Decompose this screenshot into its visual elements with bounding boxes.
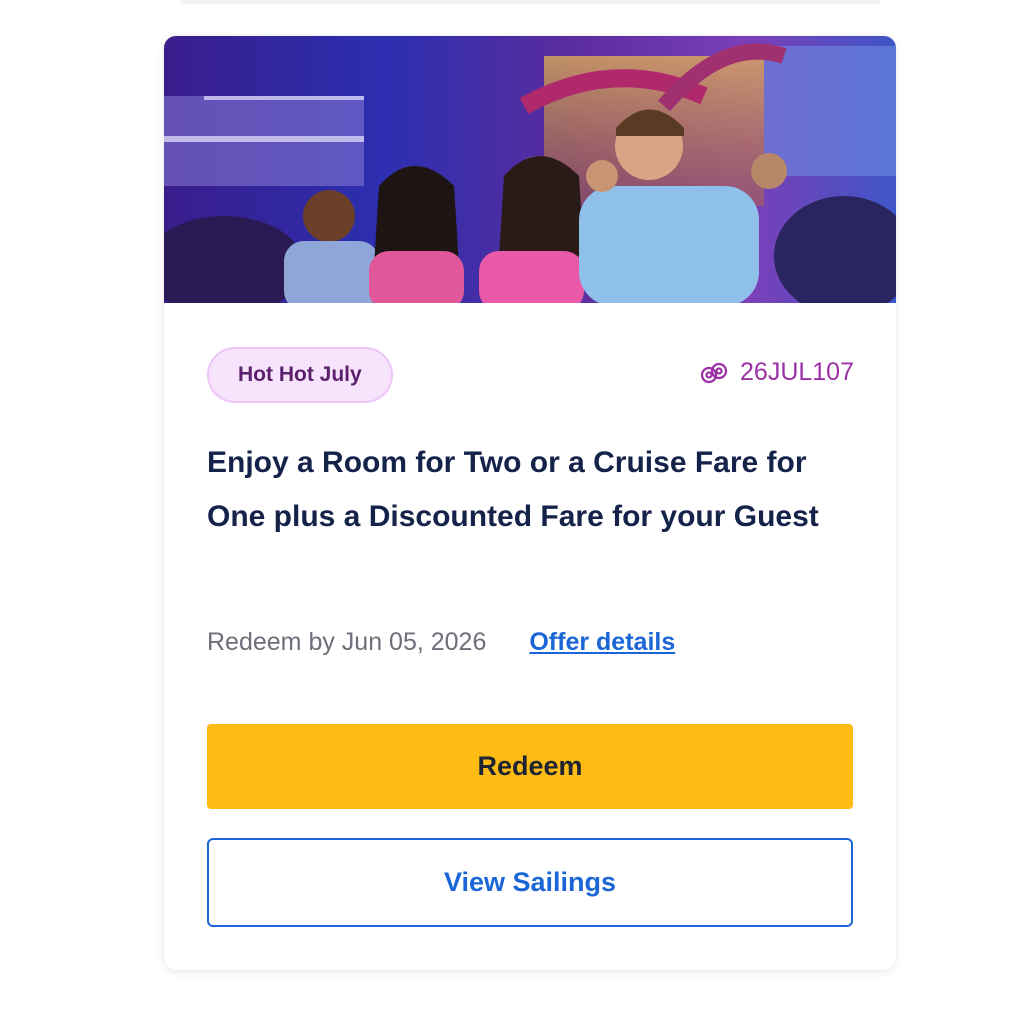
promo-tag-label: Hot Hot July (238, 363, 362, 386)
offer-card: Hot Hot July 26JUL107 Enjoy a Room for T… (164, 36, 896, 970)
offer-hero-image (164, 36, 896, 303)
view-sailings-button[interactable]: View Sailings (207, 838, 853, 927)
offer-meta: Redeem by Jun 05, 2026 Offer details (207, 628, 675, 657)
offer-code: 26JUL107 (700, 358, 854, 387)
redeem-button[interactable]: Redeem (207, 724, 853, 809)
promo-tag: Hot Hot July (207, 347, 393, 403)
hero-photo-illustration (164, 36, 896, 303)
gift-icon (700, 360, 728, 386)
offer-details-link[interactable]: Offer details (529, 628, 675, 657)
offer-title: Enjoy a Room for Two or a Cruise Fare fo… (207, 446, 819, 533)
redeem-by-date: Redeem by Jun 05, 2026 (207, 628, 487, 656)
top-divider (180, 0, 880, 4)
offer-code-value: 26JUL107 (740, 358, 854, 386)
